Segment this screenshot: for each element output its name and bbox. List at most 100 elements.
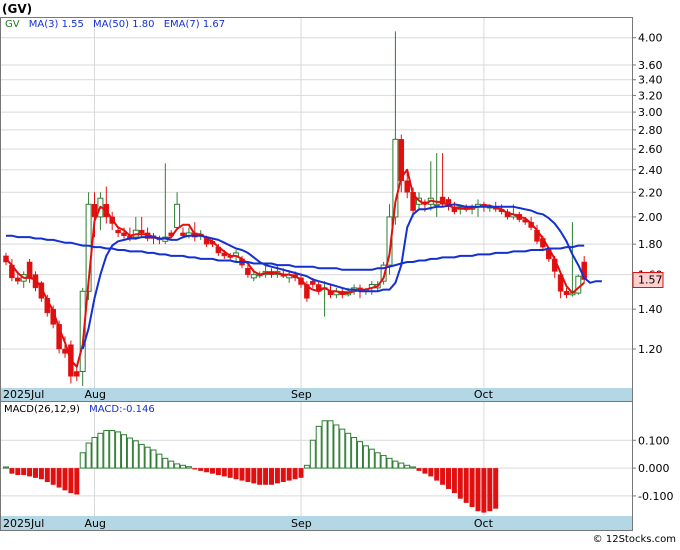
macd-bar	[168, 460, 175, 469]
macd-bar	[416, 468, 422, 471]
macd-bar	[315, 425, 322, 469]
macd-bar	[392, 460, 399, 469]
macd-bar	[257, 468, 263, 485]
macd-bar	[451, 468, 457, 494]
last-price-label: 1.57	[638, 274, 663, 287]
ma3-line	[5, 168, 585, 368]
price-date-label: Aug	[85, 388, 106, 401]
macd-bar	[463, 468, 469, 503]
price-tick-label: 1.80	[638, 238, 663, 251]
macd-bar	[362, 445, 369, 469]
macd-bar	[180, 464, 186, 469]
macd-bar	[162, 457, 169, 469]
macd-bar	[115, 431, 122, 469]
macd-bar	[398, 462, 405, 469]
macd-bar	[150, 449, 157, 469]
macd-bar	[74, 468, 80, 495]
price-tick-label: 4.00	[638, 32, 663, 45]
macd-bar	[198, 468, 204, 471]
macd-bar	[487, 468, 493, 512]
price-date-label: Sep	[291, 388, 312, 401]
macd-bar	[227, 468, 233, 478]
candle-body	[310, 280, 316, 285]
macd-bar	[221, 468, 227, 477]
macd-bar	[9, 468, 15, 474]
candle-body	[115, 229, 121, 234]
price-tick-label: 3.60	[638, 59, 663, 72]
macd-bar	[138, 443, 145, 469]
candle-body	[138, 229, 145, 234]
macd-bar	[132, 440, 139, 469]
macd-bar	[351, 436, 358, 469]
macd-bar	[121, 434, 127, 469]
legend-ticker: GV	[5, 19, 20, 30]
ema7-line	[81, 203, 602, 350]
price-tick-label: 2.20	[638, 186, 663, 199]
candle-body	[74, 371, 80, 377]
macd-bar	[434, 468, 440, 481]
macd-bar	[79, 452, 86, 469]
price-tick-label: 1.40	[638, 303, 663, 316]
macd-bar	[469, 468, 475, 508]
macd-bar	[428, 468, 434, 477]
macd-bar	[192, 468, 198, 470]
macd-date-label: Aug	[85, 517, 106, 530]
macd-bar	[239, 468, 245, 481]
price-date-label: Oct	[474, 388, 494, 401]
macd-bar	[303, 464, 310, 469]
stock-chart-page: 2025Jul Aug Sep Oct 2025Jul Aug Sep Oct 4.00 3.6…	[0, 0, 680, 546]
macd-bar	[126, 437, 133, 469]
price-tick-label: 2.00	[638, 211, 663, 224]
macd-date-label: Oct	[474, 517, 494, 530]
macd-bar	[68, 468, 74, 494]
macd-legend-value: MACD:-0.146	[89, 404, 155, 415]
macd-bar	[62, 468, 68, 491]
macd-date-label: Sep	[291, 517, 312, 530]
watermark: © 12Stocks.com	[593, 534, 676, 545]
stock-chart: 2025Jul Aug Sep Oct 2025Jul Aug Sep Oct 4.00 3.6…	[0, 2, 676, 545]
moving-average-lines	[5, 168, 602, 368]
price-tick-label: 3.20	[638, 89, 663, 102]
legend-ma50: MA(50) 1.80	[93, 19, 154, 30]
macd-legend-title: MACD(26,12,9)	[4, 404, 80, 415]
macd-bar	[144, 446, 151, 469]
macd-bar	[56, 468, 62, 488]
candle-body	[174, 203, 181, 228]
candle-body	[404, 180, 410, 193]
macd-axis-labels: 0.100 0.000 -0.100	[638, 434, 673, 503]
macd-bar	[263, 468, 269, 485]
macd-bar	[357, 441, 363, 469]
macd-bar	[386, 457, 393, 469]
price-legend: GV MA(3) 1.55 MA(50) 1.80 EMA(7) 1.67	[5, 19, 225, 30]
ticker-title: (GV)	[2, 2, 32, 16]
candle-body	[250, 274, 257, 279]
macd-bar	[457, 468, 463, 499]
macd-bar	[3, 466, 9, 469]
candle-body	[433, 203, 440, 207]
macd-bar	[27, 468, 33, 477]
macd-bar	[422, 468, 428, 474]
macd-bar	[286, 468, 292, 481]
macd-bar	[333, 424, 340, 469]
price-tick-label: 3.40	[638, 74, 663, 87]
legend-ema7: EMA(7) 1.67	[164, 19, 225, 30]
price-tick-label: 2.80	[638, 124, 663, 137]
macd-bar	[215, 468, 221, 476]
macd-bar	[210, 468, 215, 474]
macd-bar	[404, 464, 411, 469]
macd-bar	[380, 455, 387, 469]
price-tick-label: 2.60	[638, 143, 663, 156]
macd-bar	[185, 466, 192, 469]
macd-bar	[292, 468, 298, 480]
price-date-label: 2025Jul	[3, 388, 44, 401]
macd-tick-label: 0.000	[638, 462, 670, 475]
macd-bar	[50, 468, 56, 485]
macd-bar	[103, 430, 110, 469]
macd-bar	[156, 453, 163, 469]
macd-bar	[440, 468, 446, 485]
candle-body	[563, 291, 570, 296]
macd-date-label: 2025Jul	[3, 517, 44, 530]
macd-bar	[274, 468, 280, 484]
macd-bar	[321, 420, 328, 469]
macd-bar	[475, 468, 481, 512]
